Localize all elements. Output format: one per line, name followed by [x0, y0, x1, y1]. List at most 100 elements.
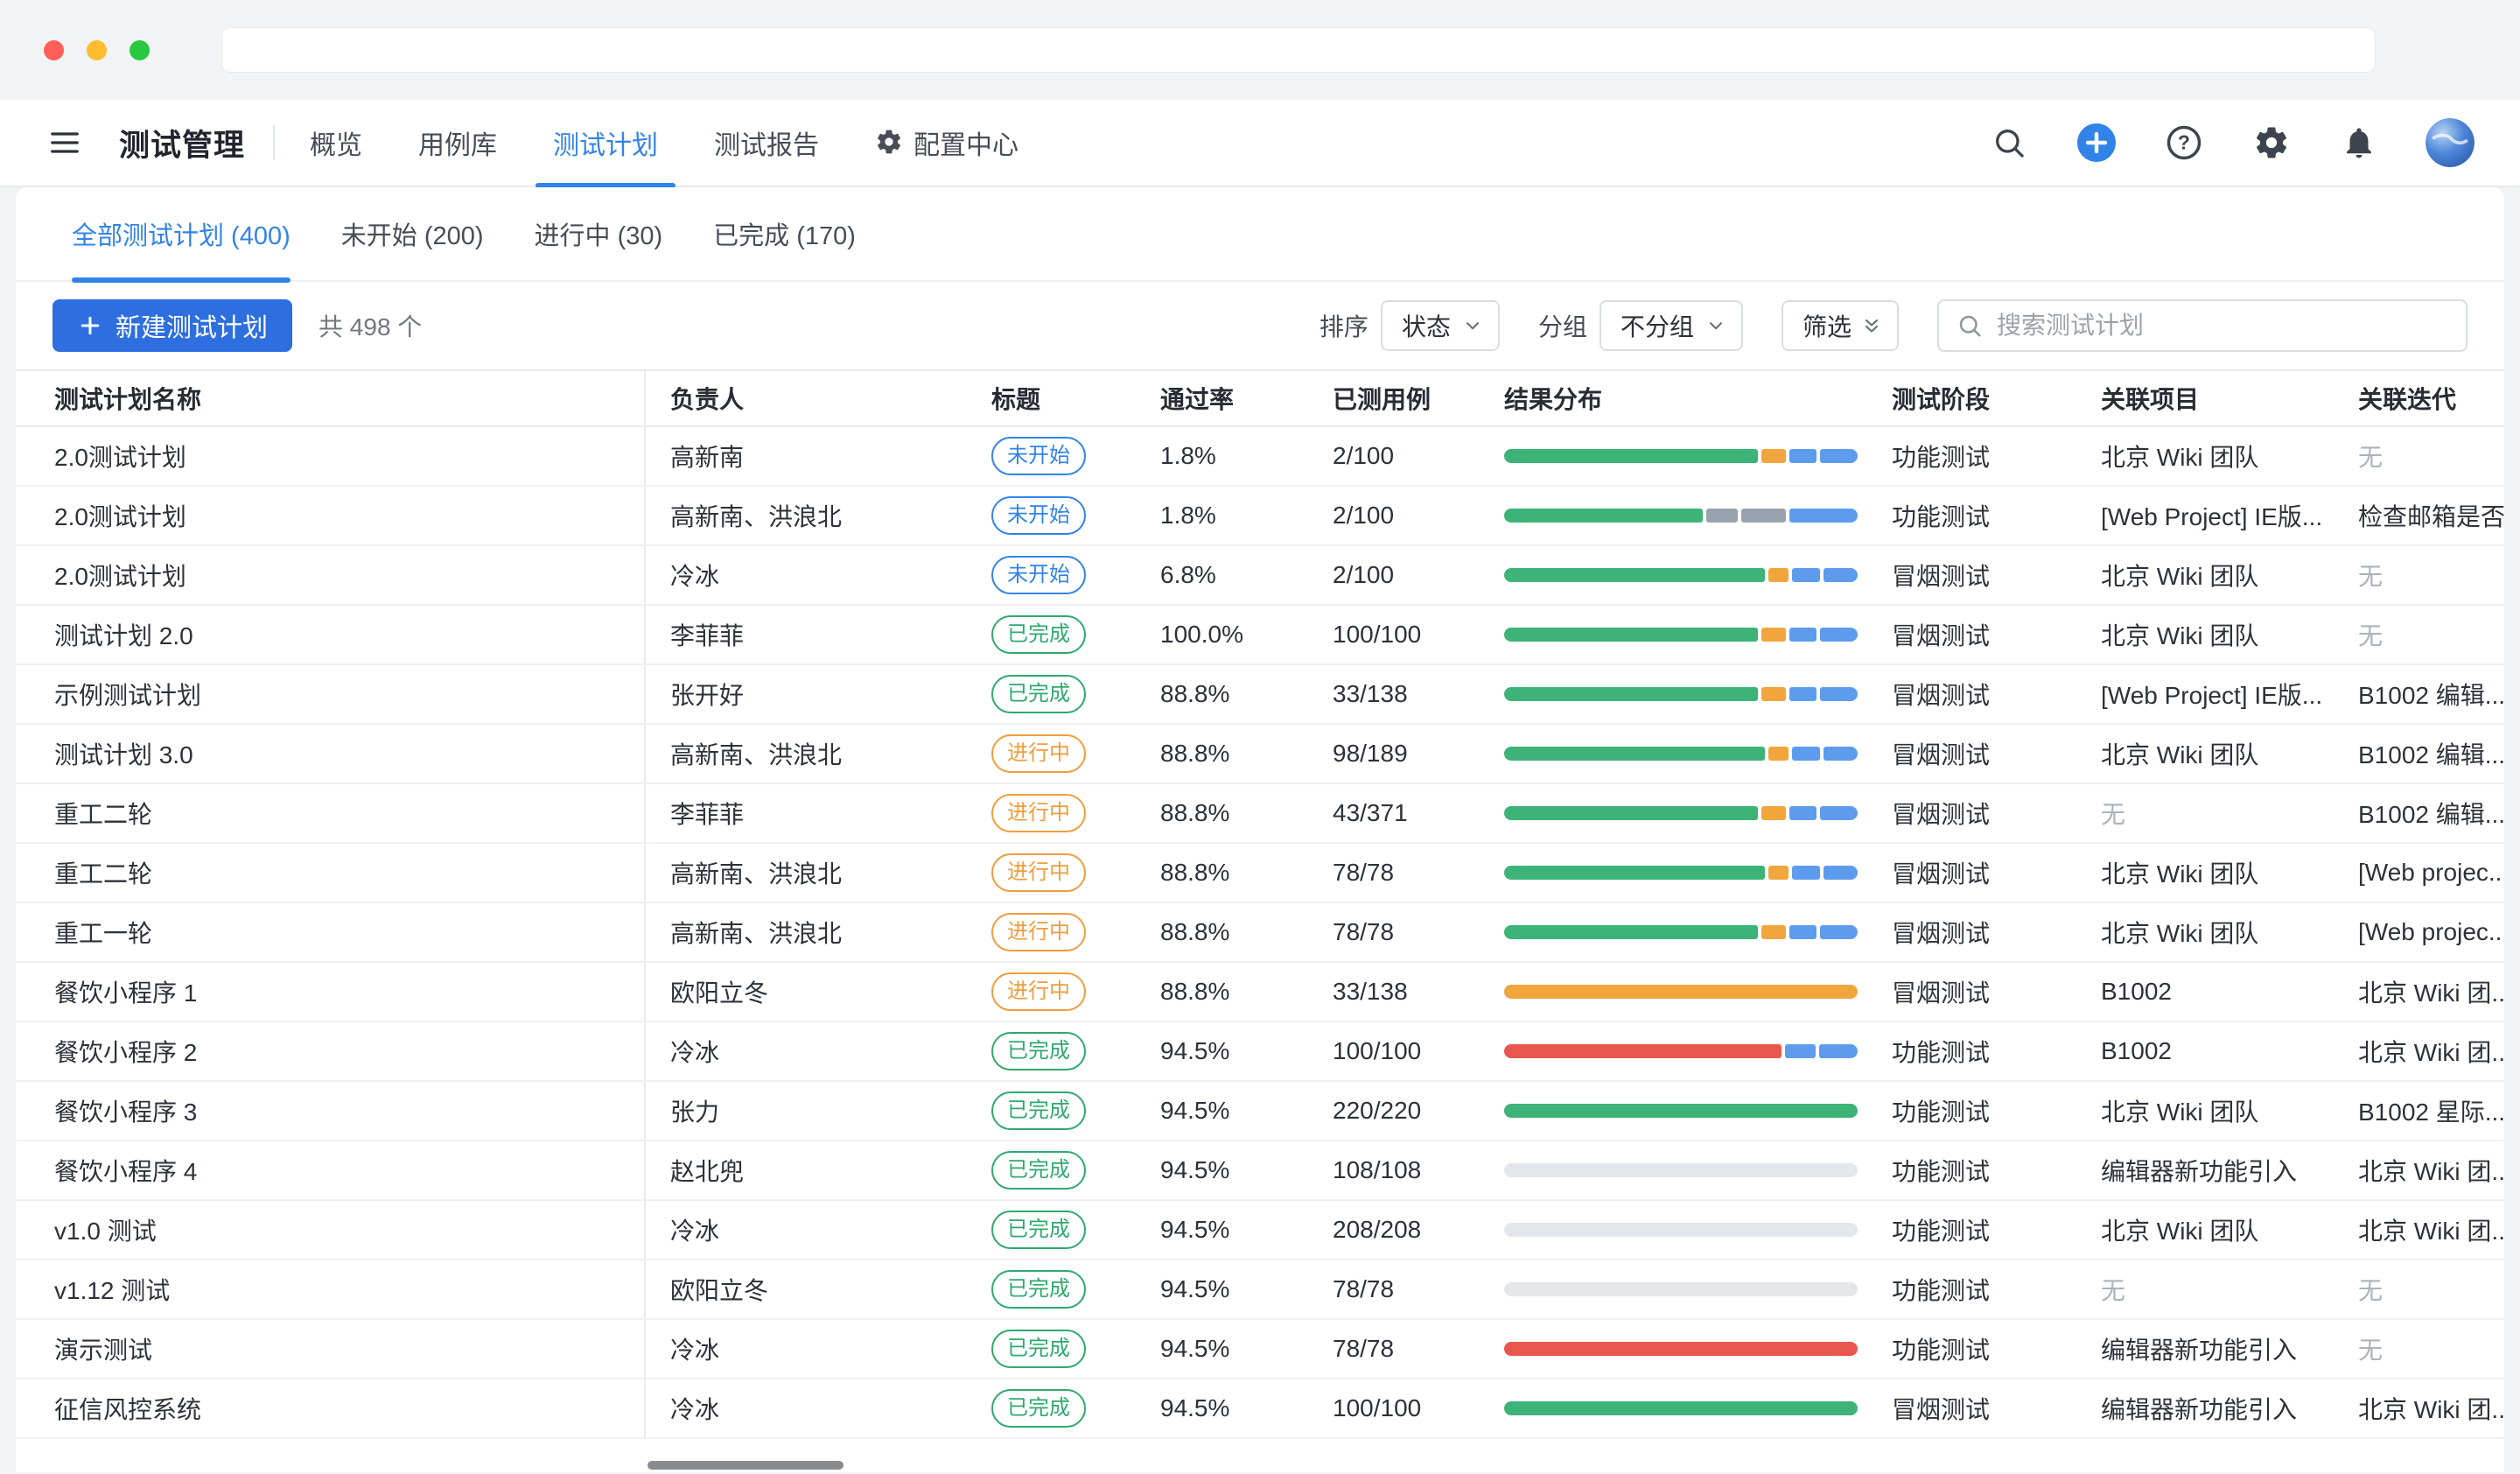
table-row[interactable]: 餐饮小程序 2冷冰已完成94.5%100/100功能测试B1002北京 Wiki…	[16, 1022, 2504, 1082]
column-header-3[interactable]: 标题	[967, 371, 1136, 425]
table-row[interactable]: 2.0测试计划高新南、洪浪北未开始1.8%2/100功能测试[Web Proje…	[16, 487, 2504, 546]
iteration-cell[interactable]: [Web projec...	[2334, 903, 2504, 961]
iteration-cell[interactable]: 北京 Wiki 团...	[2334, 1379, 2504, 1437]
project-cell[interactable]: 北京 Wiki 团队	[2076, 427, 2334, 485]
window-close-button[interactable]	[44, 40, 64, 60]
plan-name-cell[interactable]: v1.12 测试	[16, 1260, 646, 1318]
plan-name-cell[interactable]: 测试计划 2.0	[16, 606, 646, 663]
plan-search-input[interactable]	[1995, 311, 2448, 340]
iteration-cell[interactable]: B1002 编辑...	[2334, 784, 2504, 842]
nav-item-2[interactable]: 用例库	[390, 99, 525, 186]
project-cell[interactable]: 北京 Wiki 团队	[2076, 606, 2334, 663]
hamburger-icon[interactable]	[46, 123, 84, 162]
table-row[interactable]: 演示测试冷冰已完成94.5%78/78功能测试编辑器新功能引入无	[16, 1320, 2504, 1379]
project-cell[interactable]: 北京 Wiki 团队	[2076, 1201, 2334, 1259]
group-select[interactable]: 不分组	[1600, 300, 1743, 351]
table-row[interactable]: 重工二轮高新南、洪浪北进行中88.8%78/78冒烟测试北京 Wiki 团队[W…	[16, 844, 2504, 903]
iteration-cell[interactable]: 北京 Wiki 团...	[2334, 1141, 2504, 1199]
table-row[interactable]: v1.0 测试冷冰已完成94.5%208/208功能测试北京 Wiki 团队北京…	[16, 1201, 2504, 1260]
project-cell[interactable]: 编辑器新功能引入	[2076, 1320, 2334, 1378]
column-header-6[interactable]: 结果分布	[1480, 371, 1867, 425]
column-header-7[interactable]: 测试阶段	[1867, 371, 2076, 425]
table-row[interactable]: 2.0测试计划高新南未开始1.8%2/100功能测试北京 Wiki 团队无	[16, 427, 2504, 487]
notifications-icon[interactable]	[2338, 122, 2380, 164]
plan-name-cell[interactable]: 餐饮小程序 4	[16, 1141, 646, 1199]
iteration-cell[interactable]: 检查邮箱是否...	[2334, 487, 2504, 544]
nav-item-5[interactable]: 配置中心	[847, 99, 1046, 186]
create-icon[interactable]	[2076, 122, 2118, 164]
tab-2[interactable]: 未开始 (200)	[341, 186, 484, 281]
plan-name-cell[interactable]: 重工一轮	[16, 903, 646, 961]
project-cell[interactable]: 北京 Wiki 团队	[2076, 725, 2334, 783]
user-avatar[interactable]	[2426, 118, 2474, 167]
window-minimize-button[interactable]	[87, 40, 107, 60]
iteration-cell[interactable]: B1002 编辑...	[2334, 725, 2504, 783]
new-plan-button[interactable]: 新建测试计划	[52, 299, 292, 352]
project-cell[interactable]: [Web Project] IE版...	[2076, 665, 2334, 723]
plan-name-cell[interactable]: 演示测试	[16, 1320, 646, 1378]
plan-name-cell[interactable]: 餐饮小程序 3	[16, 1082, 646, 1140]
plan-name-cell[interactable]: v1.0 测试	[16, 1201, 646, 1259]
horizontal-scrollbar-thumb[interactable]	[648, 1461, 844, 1470]
table-row[interactable]: 测试计划 2.0李菲菲已完成100.0%100/100冒烟测试北京 Wiki 团…	[16, 606, 2504, 665]
project-cell[interactable]: B1002	[2076, 1022, 2334, 1080]
table-row[interactable]: 餐饮小程序 1欧阳立冬进行中88.8%33/138冒烟测试B1002北京 Wik…	[16, 963, 2504, 1022]
table-row[interactable]: 餐饮小程序 4赵北兜已完成94.5%108/108功能测试编辑器新功能引入北京 …	[16, 1141, 2504, 1201]
result-distribution-cell	[1480, 784, 1867, 842]
tab-3[interactable]: 进行中 (30)	[535, 186, 663, 281]
tab-4[interactable]: 已完成 (170)	[713, 186, 856, 281]
plan-name-cell[interactable]: 餐饮小程序 2	[16, 1022, 646, 1080]
table-row[interactable]: 餐饮小程序 3张力已完成94.5%220/220功能测试北京 Wiki 团队B1…	[16, 1082, 2504, 1141]
table-row[interactable]: v1.12 测试欧阳立冬已完成94.5%78/78功能测试无无	[16, 1260, 2504, 1320]
project-cell[interactable]: 北京 Wiki 团队	[2076, 546, 2334, 604]
plan-name-cell[interactable]: 餐饮小程序 1	[16, 963, 646, 1021]
table-row[interactable]: 测试计划 3.0高新南、洪浪北进行中88.8%98/189冒烟测试北京 Wiki…	[16, 725, 2504, 784]
plan-name-cell[interactable]: 重工二轮	[16, 784, 646, 842]
window-zoom-button[interactable]	[130, 40, 150, 60]
tab-label: 进行中 (30)	[535, 215, 663, 252]
iteration-cell[interactable]: [Web projec...	[2334, 844, 2504, 902]
column-header-9[interactable]: 关联迭代	[2334, 371, 2504, 425]
help-icon[interactable]: ?	[2163, 122, 2205, 164]
column-header-8[interactable]: 关联项目	[2076, 371, 2334, 425]
column-header-2[interactable]: 负责人	[646, 371, 967, 425]
iteration-cell[interactable]: 北京 Wiki 团...	[2334, 963, 2504, 1021]
project-cell[interactable]: 北京 Wiki 团队	[2076, 844, 2334, 902]
nav-item-3[interactable]: 测试计划	[525, 99, 686, 186]
iteration-cell[interactable]: B1002 编辑...	[2334, 665, 2504, 723]
plan-search[interactable]	[1937, 299, 2468, 352]
column-header-5[interactable]: 已测用例	[1308, 371, 1480, 425]
sort-select[interactable]: 状态	[1381, 300, 1500, 351]
nav-item-1[interactable]: 概览	[282, 99, 390, 186]
project-cell[interactable]: 编辑器新功能引入	[2076, 1379, 2334, 1437]
project-cell[interactable]: 北京 Wiki 团队	[2076, 903, 2334, 961]
plan-name-cell[interactable]: 征信风控系统	[16, 1379, 646, 1437]
project-cell[interactable]: B1002	[2076, 963, 2334, 1021]
tab-1[interactable]: 全部测试计划 (400)	[72, 186, 290, 281]
settings-icon[interactable]	[2250, 122, 2292, 164]
plan-name-cell[interactable]: 2.0测试计划	[16, 546, 646, 604]
table-row[interactable]: 示例测试计划张开好已完成88.8%33/138冒烟测试[Web Project]…	[16, 665, 2504, 725]
filter-button[interactable]: 筛选	[1782, 300, 1899, 351]
plan-name-cell[interactable]: 2.0测试计划	[16, 487, 646, 544]
nav-item-4[interactable]: 测试报告	[686, 99, 847, 186]
plan-name-cell[interactable]: 重工二轮	[16, 844, 646, 902]
column-header-1[interactable]: 测试计划名称	[16, 371, 646, 425]
iteration-cell[interactable]: B1002 星际...	[2334, 1082, 2504, 1140]
project-cell[interactable]: [Web Project] IE版...	[2076, 487, 2334, 544]
search-icon[interactable]	[1988, 122, 2030, 164]
plan-name-cell[interactable]: 示例测试计划	[16, 665, 646, 723]
table-row[interactable]: 征信风控系统冷冰已完成94.5%100/100冒烟测试编辑器新功能引入北京 Wi…	[16, 1379, 2504, 1439]
project-cell[interactable]: 北京 Wiki 团队	[2076, 1082, 2334, 1140]
project-cell[interactable]: 编辑器新功能引入	[2076, 1141, 2334, 1199]
table-row[interactable]: 重工二轮李菲菲进行中88.8%43/371冒烟测试无B1002 编辑...	[16, 784, 2504, 844]
table-row[interactable]: 2.0测试计划冷冰未开始6.8%2/100冒烟测试北京 Wiki 团队无	[16, 546, 2504, 606]
plan-name-cell[interactable]: 2.0测试计划	[16, 427, 646, 485]
iteration-cell[interactable]: 北京 Wiki 团...	[2334, 1201, 2504, 1259]
address-bar[interactable]	[221, 27, 2376, 73]
column-header-4[interactable]: 通过率	[1136, 371, 1308, 425]
iteration-cell[interactable]: 北京 Wiki 团...	[2334, 1022, 2504, 1080]
owner-cell: 高新南、洪浪北	[646, 844, 967, 902]
plan-name-cell[interactable]: 测试计划 3.0	[16, 725, 646, 783]
table-row[interactable]: 重工一轮高新南、洪浪北进行中88.8%78/78冒烟测试北京 Wiki 团队[W…	[16, 903, 2504, 963]
